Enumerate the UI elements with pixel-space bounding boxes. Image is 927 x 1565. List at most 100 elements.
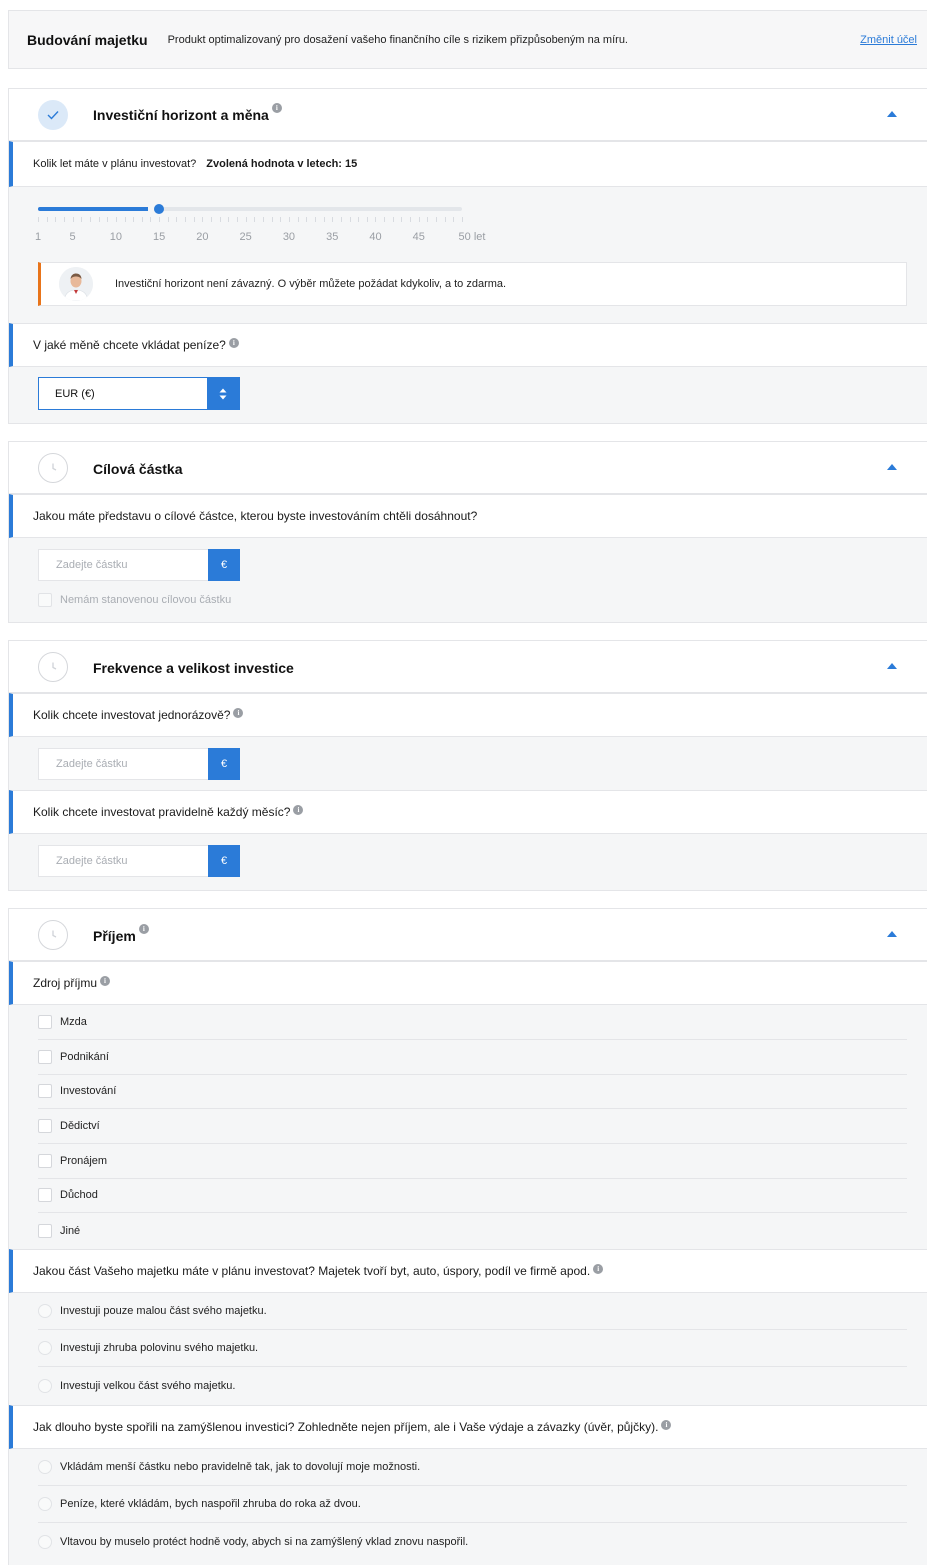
income-source-option[interactable]: Podnikání xyxy=(38,1040,907,1075)
slider-tick xyxy=(401,217,403,222)
chevron-up-icon[interactable] xyxy=(887,111,897,117)
target-question: Jakou máte představu o cílové částce, kt… xyxy=(33,509,478,523)
income-source-option[interactable]: Investování xyxy=(38,1074,907,1109)
wealth-question: Jakou část Vašeho majetku máte v plánu i… xyxy=(33,1264,591,1278)
chevron-up-icon[interactable] xyxy=(887,663,897,669)
target-amount-input[interactable] xyxy=(39,550,209,580)
saving-option[interactable]: Vkládám menší částku nebo pravidelně tak… xyxy=(38,1449,907,1486)
monthly-amount-input[interactable] xyxy=(39,846,209,876)
slider-tick xyxy=(228,217,230,222)
checkbox-box[interactable] xyxy=(38,1119,52,1133)
slider-tick xyxy=(211,217,213,222)
goal-summary-bar: Budování majetku Produkt optimalizovaný … xyxy=(8,10,927,69)
slider-tick xyxy=(340,217,342,222)
income-source-option[interactable]: Mzda xyxy=(38,1005,907,1040)
info-icon[interactable]: i xyxy=(138,924,149,934)
slider-tick xyxy=(427,217,429,222)
checkbox-box[interactable] xyxy=(38,593,52,607)
slider-tick xyxy=(133,217,135,222)
slider-tick xyxy=(271,217,273,222)
checkbox-box[interactable] xyxy=(38,1223,52,1238)
slider-tick xyxy=(81,217,83,222)
target-question-row: Jakou máte představu o cílové částce, kt… xyxy=(9,494,927,538)
select-arrows-icon[interactable] xyxy=(207,378,239,409)
checkbox-box[interactable] xyxy=(38,1188,52,1202)
currency-selected-value: EUR (€) xyxy=(55,387,95,400)
currency-addon: € xyxy=(208,748,240,780)
horizon-notice: Investiční horizont není závazný. O výbě… xyxy=(38,262,907,306)
slider-handle[interactable] xyxy=(154,204,165,214)
checkbox-box[interactable] xyxy=(38,1015,52,1029)
info-icon[interactable]: i xyxy=(100,976,111,986)
option-label: Vltavou by muselo protéct hodně vody, ab… xyxy=(60,1535,469,1548)
slider-tick-labels: 1 5 10 15 20 25 30 35 40 45 50 let xyxy=(9,231,927,245)
radio-button[interactable] xyxy=(38,1497,52,1511)
income-source-option[interactable]: Jiné xyxy=(38,1213,907,1248)
no-target-checkbox[interactable]: Nemám stanovenou cílovou částku xyxy=(38,593,231,607)
step-completed-check-icon xyxy=(38,100,68,130)
slider-tick-label: 40 xyxy=(369,231,382,243)
info-icon[interactable]: i xyxy=(593,1264,604,1274)
step-pending-clock-icon xyxy=(38,652,68,682)
slider-tick-label: 35 xyxy=(326,231,339,243)
chevron-up-icon[interactable] xyxy=(887,464,897,470)
slider-tick xyxy=(63,217,65,222)
info-icon[interactable]: i xyxy=(228,338,239,348)
saving-option[interactable]: Vltavou by muselo protéct hodně vody, ab… xyxy=(38,1523,907,1560)
horizon-section-header[interactable]: Investiční horizont a měna i xyxy=(9,89,927,141)
radio-button[interactable] xyxy=(38,1534,52,1549)
wealth-option[interactable]: Investuji zhruba polovinu svého majetku. xyxy=(38,1330,907,1367)
frequency-section: Frekvence a velikost investice Kolik chc… xyxy=(8,640,927,891)
lump-sum-field[interactable]: € xyxy=(38,748,240,780)
currency-select[interactable]: EUR (€) xyxy=(38,377,240,410)
slider-tick xyxy=(185,217,187,222)
no-target-label: Nemám stanovenou cílovou částku xyxy=(60,594,232,606)
income-source-option[interactable]: Pronájem xyxy=(38,1144,907,1179)
option-label: Investuji zhruba polovinu svého majetku. xyxy=(60,1342,259,1354)
radio-button[interactable] xyxy=(38,1304,52,1318)
slider-tick xyxy=(46,217,48,222)
currency-addon: € xyxy=(208,845,240,877)
income-source-option[interactable]: Důchod xyxy=(38,1178,907,1213)
option-label: Podnikání xyxy=(60,1051,109,1063)
saving-option[interactable]: Peníze, které vkládám, bych naspořil zhr… xyxy=(38,1486,907,1523)
option-label: Investuji pouze malou část svého majetku… xyxy=(60,1305,267,1317)
income-source-option[interactable]: Dědictví xyxy=(38,1109,907,1144)
checkbox-box[interactable] xyxy=(38,1050,52,1064)
option-label: Investuji velkou část svého majetku. xyxy=(60,1379,236,1392)
selected-years-value: Zvolená hodnota v letech: 15 xyxy=(206,158,358,170)
section-title: Cílová částka xyxy=(93,461,183,477)
radio-button[interactable] xyxy=(38,1341,52,1355)
slider-tick xyxy=(202,217,204,222)
slider-tick xyxy=(262,217,264,222)
option-label: Investování xyxy=(60,1085,117,1097)
slider-tick-label: 5 xyxy=(69,231,76,243)
chevron-up-icon[interactable] xyxy=(887,931,897,937)
radio-button[interactable] xyxy=(38,1460,52,1474)
wealth-option[interactable]: Investuji pouze malou část svého majetku… xyxy=(38,1293,907,1330)
info-icon[interactable]: i xyxy=(271,103,282,113)
checkbox-box[interactable] xyxy=(38,1154,52,1168)
slider-tick xyxy=(375,217,377,222)
wealth-question-row: Jakou část Vašeho majetku máte v plánu i… xyxy=(9,1249,927,1293)
slider-tick xyxy=(176,217,178,222)
slider-tick xyxy=(453,217,455,222)
lump-sum-input[interactable] xyxy=(39,749,209,779)
monthly-amount-field[interactable]: € xyxy=(38,845,240,877)
frequency-section-header[interactable]: Frekvence a velikost investice xyxy=(9,641,927,693)
target-amount-field[interactable]: € xyxy=(38,549,240,581)
wealth-option[interactable]: Investuji velkou část svého majetku. xyxy=(38,1367,907,1404)
info-icon[interactable]: i xyxy=(661,1420,672,1430)
monthly-question: Kolik chcete investovat pravidelně každý… xyxy=(33,805,291,819)
info-icon[interactable]: i xyxy=(293,805,304,815)
info-icon[interactable]: i xyxy=(233,708,244,718)
income-section-header[interactable]: Příjem i xyxy=(9,909,927,961)
horizon-question-row: Kolik let máte v plánu investovat? Zvole… xyxy=(9,141,927,187)
horizon-slider[interactable] xyxy=(38,204,462,214)
radio-button[interactable] xyxy=(38,1378,52,1393)
target-section-header[interactable]: Cílová částka xyxy=(9,442,927,494)
advisor-avatar xyxy=(59,267,93,301)
change-goal-link[interactable]: Změnit účel xyxy=(860,34,917,46)
checkbox-box[interactable] xyxy=(38,1084,52,1098)
slider-tick xyxy=(280,217,282,222)
